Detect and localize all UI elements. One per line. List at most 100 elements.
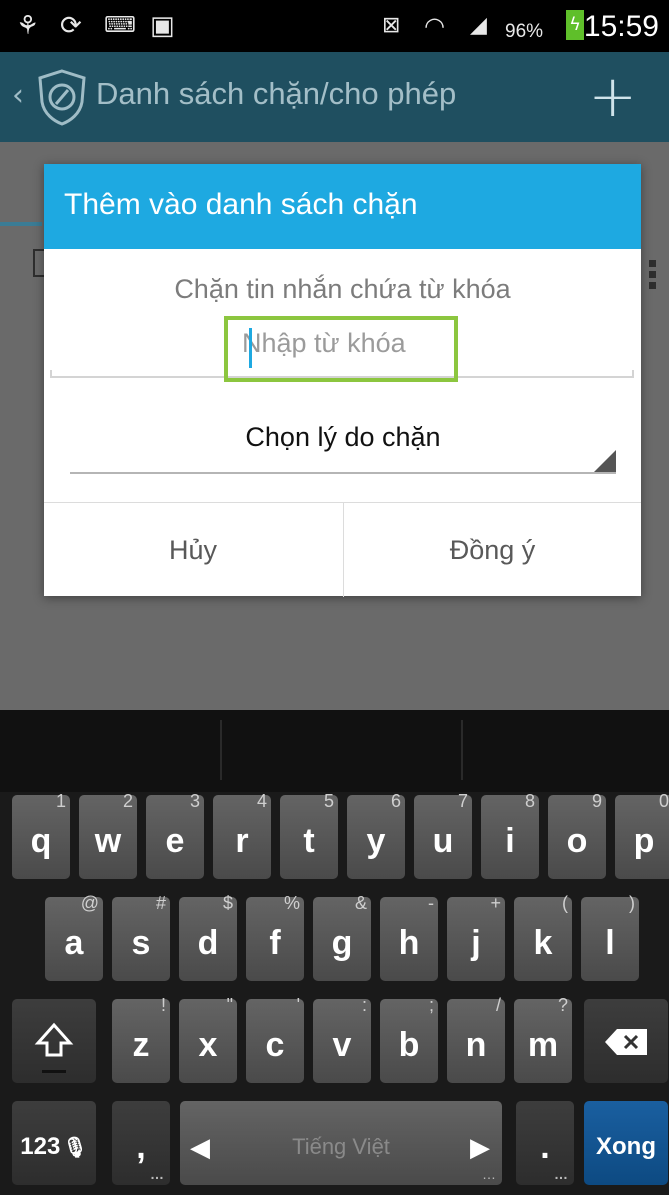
key-c[interactable]: c ' bbox=[246, 995, 304, 1083]
space-key[interactable]: ◀ Tiếng Việt ▶ … bbox=[180, 1101, 502, 1185]
dropdown-arrow-icon bbox=[594, 450, 616, 472]
key-g[interactable]: g & bbox=[313, 893, 371, 981]
key-label: z bbox=[132, 1026, 150, 1064]
reason-dropdown[interactable]: Chọn lý do chặn bbox=[70, 416, 616, 474]
symbols-key-label: 123 bbox=[20, 1133, 61, 1160]
key-label: k bbox=[533, 924, 553, 962]
key-l[interactable]: l) bbox=[581, 893, 639, 981]
key-label: s bbox=[131, 924, 151, 962]
key-hint: % bbox=[283, 893, 300, 913]
key-a[interactable]: a @ bbox=[45, 893, 103, 981]
key-o[interactable]: o9 bbox=[548, 791, 606, 879]
key-label: e bbox=[165, 822, 185, 860]
key-label: r bbox=[235, 822, 249, 860]
key-hint: ' bbox=[296, 995, 300, 1015]
shift-key[interactable] bbox=[12, 999, 96, 1083]
key-f[interactable]: f% bbox=[246, 893, 304, 981]
suggestion-divider bbox=[461, 720, 463, 780]
key-hint: 0 bbox=[658, 791, 669, 811]
sync-icon: ⟳ bbox=[60, 11, 82, 41]
key-hint: ) bbox=[629, 893, 635, 913]
key-v[interactable]: v: bbox=[313, 995, 371, 1083]
page-title: Danh sách chặn/cho phép bbox=[96, 76, 457, 111]
key-label: u bbox=[432, 822, 454, 860]
key-m[interactable]: m? bbox=[514, 995, 572, 1083]
key-t[interactable]: t5 bbox=[280, 791, 338, 879]
back-chevron-icon[interactable]: ‹ bbox=[12, 78, 24, 113]
suggestion-divider bbox=[220, 720, 222, 780]
backspace-key[interactable] bbox=[584, 999, 668, 1083]
key-hint: 6 bbox=[390, 791, 401, 811]
shield-logo-icon bbox=[38, 69, 86, 126]
key-e[interactable]: e3 bbox=[146, 791, 204, 879]
key-hint: + bbox=[490, 893, 501, 913]
key-y[interactable]: y6 bbox=[347, 791, 405, 879]
microphone-icon: 🎙 bbox=[62, 1137, 88, 1159]
add-icon[interactable]: + bbox=[588, 67, 637, 125]
key-h[interactable]: h- bbox=[380, 893, 438, 981]
key-hint: : bbox=[361, 995, 367, 1015]
key-p[interactable]: p0 bbox=[615, 791, 669, 879]
key-w[interactable]: w2 bbox=[79, 791, 137, 879]
key-i[interactable]: i8 bbox=[481, 791, 539, 879]
key-hint: # bbox=[155, 893, 166, 913]
key-x[interactable]: x " bbox=[179, 995, 237, 1083]
key-label: p bbox=[633, 822, 655, 860]
key-d[interactable]: d $ bbox=[179, 893, 237, 981]
key-hint: 1 bbox=[55, 791, 66, 811]
key-label: m bbox=[527, 1026, 559, 1064]
status-bar: ⚘ ⟳ ⌨ ▣ ⊠ ◠ ◢ 96% ϟ 15:59 bbox=[0, 0, 669, 52]
battery-percent: 96% bbox=[505, 21, 544, 42]
space-key-label: Tiếng Việt bbox=[292, 1134, 390, 1159]
key-r[interactable]: r4 bbox=[213, 791, 271, 879]
clock: 15:59 bbox=[583, 10, 659, 43]
nfc-icon: ⊠ bbox=[382, 13, 401, 38]
key-hint: & bbox=[354, 893, 367, 913]
key-label: c bbox=[265, 1026, 285, 1064]
symbols-key[interactable]: 123 🎙 bbox=[12, 1101, 96, 1185]
period-key[interactable]: .… bbox=[516, 1101, 574, 1185]
key-label: b bbox=[398, 1026, 420, 1064]
done-key[interactable]: Xong bbox=[584, 1101, 668, 1185]
key-k[interactable]: k( bbox=[514, 893, 572, 981]
period-key-label: . bbox=[540, 1128, 550, 1166]
wifi-icon: ◠ bbox=[424, 12, 445, 40]
key-label: l bbox=[605, 924, 615, 962]
shift-indicator bbox=[42, 1070, 66, 1073]
tab-indicator bbox=[0, 222, 42, 226]
key-z[interactable]: z! bbox=[112, 995, 170, 1083]
done-key-label: Xong bbox=[596, 1133, 656, 1160]
key-u[interactable]: u7 bbox=[414, 791, 472, 879]
store-icon: ▣ bbox=[150, 11, 175, 41]
key-label: g bbox=[331, 924, 353, 962]
key-n[interactable]: n / bbox=[447, 995, 505, 1083]
dialog-button-row: Hủy Đồng ý bbox=[44, 502, 641, 597]
key-hint: $ bbox=[222, 893, 233, 913]
more-options-icon: … bbox=[150, 1166, 164, 1182]
keyboard-icon: ⌨ bbox=[104, 13, 136, 38]
dialog-title: Thêm vào danh sách chặn bbox=[64, 188, 418, 221]
key-j[interactable]: j + bbox=[447, 893, 505, 981]
left-arrow-icon: ◀ bbox=[190, 1132, 210, 1162]
app-bar: ‹ Danh sách chặn/cho phép + bbox=[0, 52, 669, 142]
cancel-button[interactable]: Hủy bbox=[44, 503, 342, 597]
key-label: a bbox=[64, 924, 84, 962]
key-s[interactable]: s # bbox=[112, 893, 170, 981]
key-label: j bbox=[471, 924, 481, 962]
ok-button[interactable]: Đồng ý bbox=[343, 503, 641, 597]
key-hint: ( bbox=[562, 893, 568, 913]
key-hint: 9 bbox=[591, 791, 602, 811]
overflow-menu-icon bbox=[649, 260, 657, 293]
key-b[interactable]: b; bbox=[380, 995, 438, 1083]
key-hint: 8 bbox=[524, 791, 535, 811]
shift-icon bbox=[34, 1022, 74, 1057]
comma-key[interactable]: ,… bbox=[112, 1101, 170, 1185]
key-q[interactable]: q1 bbox=[12, 791, 70, 879]
reason-dropdown-label: Chọn lý do chặn bbox=[245, 422, 441, 452]
key-label: v bbox=[332, 1026, 352, 1064]
key-label: q bbox=[30, 822, 52, 860]
focus-highlight bbox=[224, 316, 458, 382]
more-options-icon: … bbox=[482, 1166, 496, 1182]
battery-charging-icon: ϟ bbox=[566, 10, 584, 40]
key-hint: 5 bbox=[323, 791, 334, 811]
